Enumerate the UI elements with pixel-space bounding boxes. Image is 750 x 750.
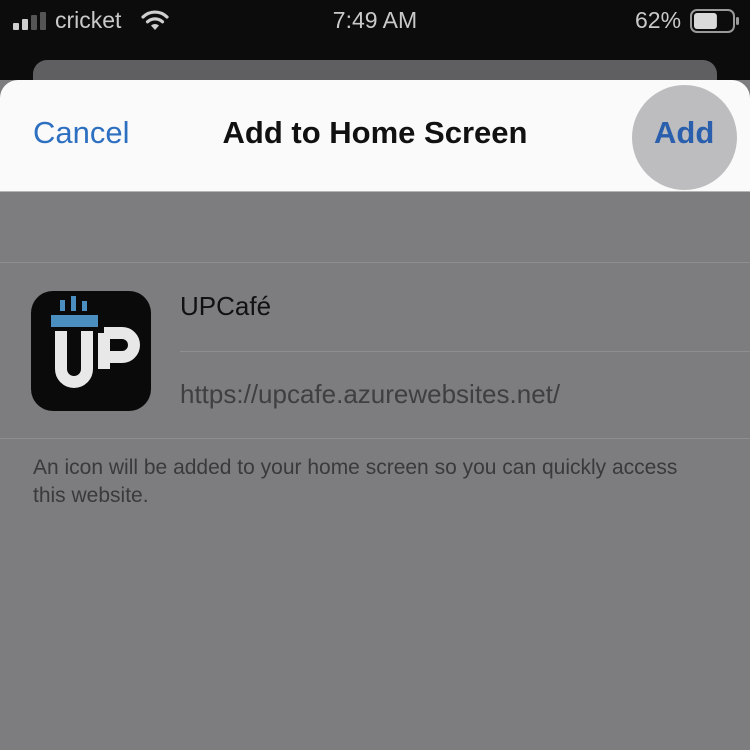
add-button[interactable]: Add: [654, 115, 714, 151]
app-name-field[interactable]: UPCafé: [180, 291, 271, 322]
add-to-home-sheet: Cancel Add to Home Screen Add UPCafé htt…: [0, 80, 750, 750]
battery-icon: [690, 9, 739, 33]
upcafe-app-icon: [31, 291, 151, 411]
bookmark-form: UPCafé https://upcafe.azurewebsites.net/: [0, 262, 750, 439]
url-text: https://upcafe.azurewebsites.net/: [180, 379, 561, 409]
navigation-bar: Cancel Add to Home Screen Add: [0, 80, 750, 192]
row-divider: [180, 351, 750, 352]
battery-percent: 62%: [635, 7, 682, 33]
footnote-text: An icon will be added to your home scree…: [33, 456, 678, 507]
